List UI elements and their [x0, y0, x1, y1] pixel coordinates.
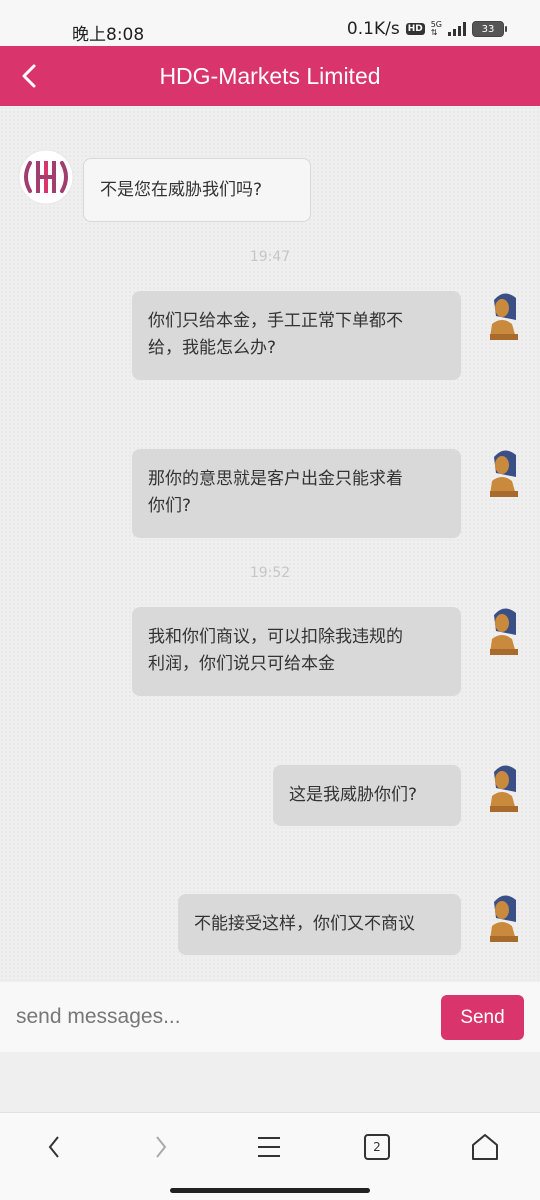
message-text: 你们只给本金，手工正常下单都不 — [148, 311, 403, 331]
menu-icon — [258, 1137, 280, 1157]
home-icon — [472, 1134, 498, 1160]
browser-bottom-nav: 2 — [0, 1112, 540, 1200]
status-time: 晚上8:08 — [72, 25, 145, 45]
message-input[interactable] — [0, 990, 420, 1044]
nav-forward-button[interactable] — [136, 1127, 186, 1167]
message-bubble-outgoing[interactable]: 那你的意思就是客户出金只能求着 你们? — [132, 449, 461, 538]
status-bar: 晚上8:08 0.1K/s HD 5G ⇅ 33 — [0, 0, 540, 46]
timestamp: 19:52 — [249, 565, 291, 581]
signal-icon — [448, 22, 466, 36]
tabs-icon: 2 — [364, 1134, 390, 1160]
message-text: 这是我威胁你们? — [289, 785, 418, 805]
send-button[interactable]: Send — [441, 995, 524, 1040]
status-indicators: 0.1K/s HD 5G ⇅ 33 — [346, 19, 507, 39]
message-text: 不能接受这样，你们又不商议 — [194, 914, 415, 934]
message-text: 那你的意思就是客户出金只能求着 — [148, 469, 403, 489]
message-text: 不是您在威胁我们吗? — [100, 180, 263, 200]
nav-menu-button[interactable] — [244, 1127, 294, 1167]
message-composer: Send — [0, 982, 540, 1052]
chat-area[interactable]: 不是您在威胁我们吗? 19:47 你们只给本金，手工正常下单都不 给，我能怎么办… — [0, 106, 540, 982]
battery-level: 33 — [481, 23, 495, 35]
page-title: HDG-Markets Limited — [159, 62, 381, 89]
app-header: HDG-Markets Limited — [0, 46, 540, 106]
network-speed: 0.1K/s — [346, 19, 400, 39]
tab-count: 2 — [373, 1140, 381, 1154]
composer-spacer — [0, 1052, 540, 1112]
message-text: 给，我能怎么办? — [148, 338, 277, 358]
hd-badge: HD — [405, 23, 425, 35]
timestamp: 19:47 — [249, 249, 291, 265]
user-avatar — [490, 450, 518, 497]
forward-icon — [156, 1136, 167, 1158]
user-avatar — [490, 608, 518, 655]
message-text: 利润，你们说只可给本金 — [148, 654, 335, 674]
network-type: 5G ⇅ — [431, 21, 442, 37]
message-bubble-outgoing[interactable]: 不能接受这样，你们又不商议 — [178, 894, 461, 955]
chevron-left-icon — [22, 64, 36, 88]
user-avatar — [490, 765, 518, 812]
battery-icon: 33 — [472, 21, 507, 37]
message-text: 我和你们商议，可以扣除我违规的 — [148, 627, 403, 647]
home-indicator — [170, 1188, 370, 1193]
user-avatar — [490, 293, 518, 340]
nav-home-button[interactable] — [460, 1127, 510, 1167]
message-bubble-outgoing[interactable]: 这是我威胁你们? — [273, 765, 461, 826]
company-logo-avatar — [18, 149, 74, 205]
data-arrows-icon: ⇅ — [430, 28, 438, 37]
user-avatar — [490, 895, 518, 942]
message-text: 你们? — [148, 496, 192, 516]
nav-tabs-button[interactable]: 2 — [352, 1127, 402, 1167]
message-bubble-outgoing[interactable]: 我和你们商议，可以扣除我违规的 利润，你们说只可给本金 — [132, 607, 461, 696]
nav-back-button[interactable] — [29, 1127, 79, 1167]
message-bubble-incoming[interactable]: 不是您在威胁我们吗? — [83, 158, 311, 222]
back-button[interactable] — [14, 60, 46, 92]
back-icon — [48, 1136, 59, 1158]
message-bubble-outgoing[interactable]: 你们只给本金，手工正常下单都不 给，我能怎么办? — [132, 291, 461, 380]
